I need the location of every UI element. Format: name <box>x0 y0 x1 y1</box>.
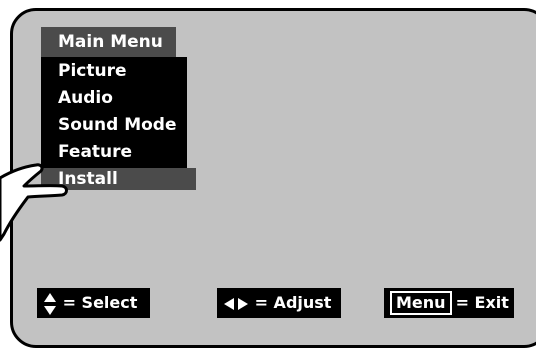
menu-key: Menu <box>390 291 452 315</box>
menu-item-sound-mode[interactable]: Sound Mode <box>58 113 177 137</box>
adjust-hint-label: = Adjust <box>254 293 332 312</box>
select-hint-label: = Select <box>62 293 138 312</box>
up-down-arrows-icon <box>44 292 56 315</box>
main-menu-title: Main Menu <box>41 27 176 57</box>
pointing-hand-icon <box>0 163 68 242</box>
exit-hint-label: = Exit <box>455 293 509 312</box>
left-right-arrows-icon <box>224 297 248 310</box>
select-hint: = Select <box>37 288 150 318</box>
exit-hint: Menu = Exit <box>384 288 514 318</box>
adjust-hint: = Adjust <box>217 288 341 318</box>
menu-item-audio[interactable]: Audio <box>58 86 113 110</box>
menu-item-picture[interactable]: Picture <box>58 59 127 83</box>
